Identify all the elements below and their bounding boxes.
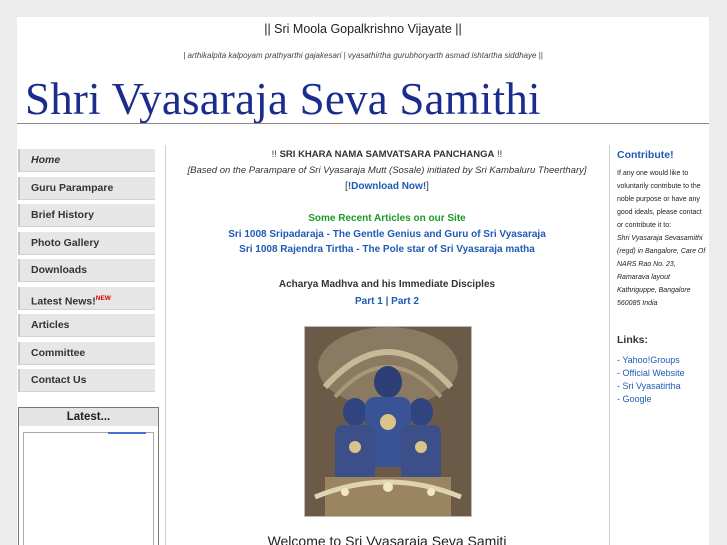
article-link-sripadaraja[interactable]: Sri 1008 Sripadaraja - The Gentle Genius… bbox=[228, 229, 546, 240]
latest-scroll-indicator bbox=[108, 432, 146, 434]
download-line: [!Download Now!] bbox=[169, 181, 605, 192]
panchanga-suffix: !! bbox=[494, 149, 503, 160]
part-2-link[interactable]: Part 2 bbox=[391, 296, 419, 307]
part-links: Part 1 | Part 2 bbox=[169, 296, 605, 307]
acharya-heading: Acharya Madhva and his Immediate Discipl… bbox=[278, 279, 496, 290]
part-1-link[interactable]: Part 1 bbox=[355, 296, 383, 307]
contribute-text: If any one would like to voluntarily con… bbox=[617, 170, 702, 229]
latest-panel: Latest... bbox=[18, 407, 159, 545]
panchanga-title-line: !! SRI KHARA NAMA SAMVATSARA PANCHANGA !… bbox=[169, 149, 605, 160]
right-sidebar: Contribute! If any one would like to vol… bbox=[617, 149, 707, 404]
nav-label: Articles bbox=[31, 319, 70, 331]
latest-scroll-area[interactable] bbox=[23, 432, 154, 545]
nav-item-downloads[interactable]: Downloads bbox=[18, 259, 155, 282]
link-official-website[interactable]: - Official Website bbox=[617, 367, 685, 380]
article-link-rajendra-tirtha[interactable]: Sri 1008 Rajendra Tirtha - The Pole star… bbox=[239, 244, 535, 255]
welcome-heading: Welcome to Sri Vyasaraja Seva Samiti bbox=[267, 533, 507, 545]
column-divider-left bbox=[165, 145, 166, 545]
nav-item-photo-gallery[interactable]: Photo Gallery bbox=[18, 231, 155, 255]
nav-item-contact-us[interactable]: Contact Us bbox=[18, 369, 155, 392]
nav-item-committee[interactable]: Committee bbox=[18, 341, 155, 365]
link-yahoo-groups[interactable]: - Yahoo!Groups bbox=[617, 354, 685, 367]
shloka-line: | arthikalpita kalpoyam prathyarthi gaja… bbox=[183, 51, 543, 60]
site-banner: Shri Vyasaraja Seva Samithi bbox=[17, 69, 709, 124]
nav-label: Brief History bbox=[31, 209, 95, 221]
part-separator: | bbox=[382, 296, 392, 307]
nav-label: Contact Us bbox=[31, 374, 87, 386]
deity-image-svg bbox=[305, 327, 471, 516]
download-bracket-close: ] bbox=[426, 181, 429, 192]
nav-label: Photo Gallery bbox=[31, 236, 100, 249]
page-header-title: || Sri Moola Gopalkrishno Vijayate || bbox=[264, 22, 462, 36]
links-list: - Yahoo!Groups - Official Website - Sri … bbox=[617, 354, 685, 406]
contribute-body: If any one would like to voluntarily con… bbox=[617, 167, 707, 310]
links-heading: Links: bbox=[617, 334, 648, 346]
nav-item-guru-parampare[interactable]: Guru Parampare bbox=[18, 176, 155, 200]
nav-label: Home bbox=[31, 154, 61, 166]
panchanga-note: [Based on the Parampare of Sri Vyasaraja… bbox=[187, 165, 587, 176]
new-badge: NEW bbox=[95, 294, 111, 302]
contribute-address: Shri Vyasaraja Sevasamithi (regd) in Ban… bbox=[617, 235, 706, 307]
sidebar-nav: Home Guru Parampare Brief History Photo … bbox=[18, 149, 155, 397]
link-sri-vyasatirtha[interactable]: - Sri Vyasatirtha bbox=[617, 380, 685, 393]
nav-label: Downloads bbox=[31, 264, 88, 276]
panchanga-prefix: !! bbox=[271, 149, 280, 160]
nav-item-articles[interactable]: Articles bbox=[18, 314, 155, 337]
banner-title: Shri Vyasaraja Seva Samithi bbox=[25, 74, 541, 124]
latest-panel-title: Latest... bbox=[19, 408, 158, 426]
link-google[interactable]: - Google bbox=[617, 393, 685, 406]
nav-label: Latest News! bbox=[31, 295, 96, 307]
banner-divider bbox=[17, 123, 709, 124]
contribute-heading: Contribute! bbox=[617, 149, 674, 161]
column-divider-right bbox=[609, 145, 610, 545]
nav-item-home[interactable]: Home bbox=[18, 149, 155, 172]
download-link[interactable]: !Download Now! bbox=[348, 181, 426, 192]
page: || Sri Moola Gopalkrishno Vijayate || | … bbox=[17, 17, 709, 545]
nav-item-brief-history[interactable]: Brief History bbox=[18, 204, 155, 227]
nav-item-latest-news[interactable]: Latest News!NEW bbox=[18, 286, 155, 310]
deity-photo bbox=[304, 326, 472, 517]
nav-label: Guru Parampare bbox=[31, 181, 114, 194]
panchanga-title: SRI KHARA NAMA SAMVATSARA PANCHANGA bbox=[279, 149, 495, 160]
nav-label: Committee bbox=[31, 346, 86, 359]
recent-articles-heading: Some Recent Articles on our Site bbox=[308, 213, 466, 224]
